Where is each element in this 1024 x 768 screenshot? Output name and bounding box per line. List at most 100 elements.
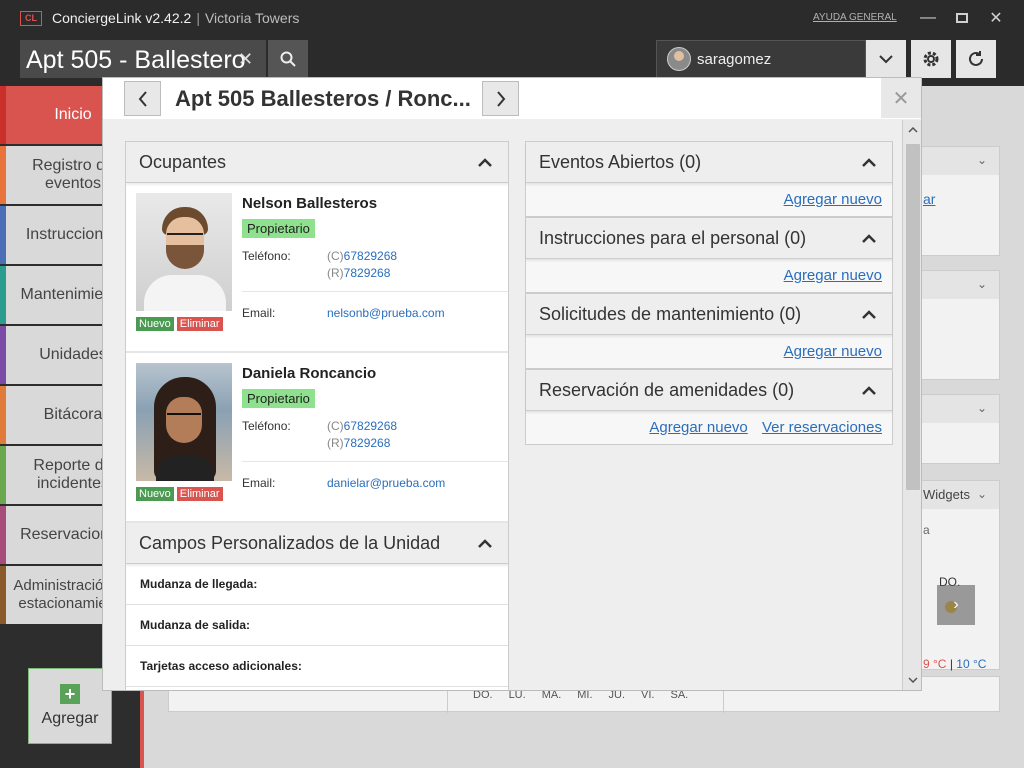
custom-field-row: Mudanza de salida: (126, 605, 508, 646)
apartment-search-field[interactable]: Apt 505 - Ballestero (20, 40, 266, 78)
temperature: 9 °C | 10 °C (923, 657, 987, 671)
new-button[interactable]: Nuevo (136, 487, 174, 501)
add-new-link[interactable]: Agregar nuevo (784, 267, 882, 284)
minimize-icon[interactable]: — (916, 6, 940, 30)
phone-home: (R)7829268 (327, 266, 391, 280)
email-label: Email: (242, 476, 276, 490)
role-badge: Propietario (242, 389, 315, 408)
username: saragomez (697, 50, 772, 68)
occupant-photo (136, 363, 232, 481)
chevron-down-icon[interactable]: ⌄ (977, 277, 987, 291)
custom-field-row: Mudanza de llegada: (126, 564, 508, 605)
modal-title: Apt 505 Ballesteros / Ronc... (175, 86, 471, 111)
scroll-up-icon[interactable] (903, 120, 921, 140)
section-title: Instrucciones para el personal (0) (539, 228, 807, 248)
title-separator: | (196, 10, 200, 26)
custom-fields-header[interactable]: Campos Personalizados de la Unidad (126, 523, 508, 564)
open-events-section: Eventos Abiertos (0) Agregar nuevo (525, 141, 893, 217)
user-menu[interactable]: saragomez (656, 40, 866, 78)
occupant-name: Nelson Ballesteros (242, 195, 378, 212)
plus-icon: + (60, 684, 80, 704)
search-icon (280, 51, 296, 67)
apartment-search-value: Apt 505 - Ballestero (26, 46, 246, 74)
chevron-down-icon[interactable]: ⌄ (977, 487, 987, 501)
sidebar: Inicio Registro de eventos Instrucciones… (0, 86, 140, 768)
add-button-label: Agregar (41, 710, 99, 727)
modal-close-button[interactable]: ✕ (881, 78, 921, 118)
add-new-link[interactable]: Agregar nuevo (649, 419, 747, 436)
building-name: Victoria Towers (204, 10, 300, 26)
refresh-button[interactable] (956, 40, 996, 78)
close-icon: ✕ (892, 87, 910, 110)
chevron-down-icon[interactable]: ⌄ (977, 153, 987, 167)
custom-field-row: Tarjetas acceso adicionales: (126, 646, 508, 687)
unit-activity-panel: Eventos Abiertos (0) Agregar nuevo Instr… (525, 141, 893, 445)
phone-cell: (C)67829268 (327, 249, 398, 263)
chevron-up-icon[interactable] (862, 294, 876, 335)
new-button[interactable]: Nuevo (136, 317, 174, 331)
phone-home-link[interactable]: 7829268 (344, 266, 391, 280)
avatar (667, 47, 691, 71)
app-logo-icon: CL (20, 10, 42, 26)
amenity-reservations-header[interactable]: Reservación de amenidades (0) (526, 370, 892, 411)
clear-search-icon[interactable]: ✕ (238, 49, 253, 70)
occupant-name: Daniela Roncancio (242, 365, 377, 382)
next-button[interactable] (482, 81, 519, 116)
title-bar: CL ConciergeLink v2.42.2 | Victoria Towe… (0, 0, 1024, 36)
phone-home: (R)7829268 (327, 436, 391, 450)
phone-label: Teléfono: (242, 249, 291, 263)
open-events-header[interactable]: Eventos Abiertos (0) (526, 142, 892, 183)
email-link[interactable]: danielar@prueba.com (327, 476, 445, 490)
delete-button[interactable]: Eliminar (176, 317, 223, 331)
maintenance-requests-header[interactable]: Solicitudes de mantenimiento (0) (526, 294, 892, 335)
email-label: Email: (242, 306, 276, 320)
email-link[interactable]: nelsonb@prueba.com (327, 306, 445, 320)
chevron-up-icon[interactable] (862, 142, 876, 183)
scroll-thumb[interactable] (906, 144, 920, 490)
role-badge: Propietario (242, 219, 315, 238)
phone-cell-link[interactable]: 67829268 (344, 249, 397, 263)
phone-home-link[interactable]: 7829268 (344, 436, 391, 450)
app-title: ConciergeLink v2.42.2 (52, 10, 192, 26)
amenity-reservations-section: Reservación de amenidades (0) Agregar nu… (525, 369, 893, 445)
window-close-icon[interactable]: ✕ (984, 6, 1008, 30)
scroll-down-icon[interactable] (903, 670, 921, 690)
section-title: Reservación de amenidades (0) (539, 380, 795, 400)
modal-header: Apt 505 Ballesteros / Ronc... ✕ (103, 78, 921, 119)
phone-cell-link[interactable]: 67829268 (344, 419, 397, 433)
chevron-down-icon[interactable]: ⌄ (977, 401, 987, 415)
modal-scrollbar[interactable] (902, 120, 921, 690)
bg-link[interactable]: ar (923, 191, 935, 207)
refresh-icon (969, 51, 983, 66)
chevron-up-icon[interactable] (478, 142, 492, 183)
staff-instructions-header[interactable]: Instrucciones para el personal (0) (526, 218, 892, 259)
help-link[interactable]: AYUDA GENERAL (813, 12, 897, 23)
add-new-link[interactable]: Agregar nuevo (784, 343, 882, 360)
add-new-link[interactable]: Agregar nuevo (784, 191, 882, 208)
occupants-title: Ocupantes (139, 152, 227, 172)
add-button[interactable]: + Agregar (28, 668, 112, 744)
view-reservations-link[interactable]: Ver reservaciones (762, 419, 882, 436)
chevron-up-icon[interactable] (862, 370, 876, 411)
phone-cell: (C)67829268 (327, 419, 398, 433)
settings-button[interactable] (911, 40, 951, 78)
gear-icon (923, 51, 939, 67)
search-button[interactable] (268, 40, 308, 78)
unit-details-modal: Apt 505 Ballesteros / Ronc... ✕ Ocupante… (102, 77, 922, 691)
chevron-up-icon[interactable] (478, 523, 492, 564)
section-title: Eventos Abiertos (0) (539, 152, 702, 172)
occupant-card: Nuevo Eliminar Daniela Roncancio Propiet… (126, 353, 508, 523)
occupant-photo (136, 193, 232, 311)
user-dropdown-button[interactable] (866, 40, 906, 78)
maximize-icon[interactable] (950, 6, 974, 30)
staff-instructions-section: Instrucciones para el personal (0) Agreg… (525, 217, 893, 293)
chevron-up-icon[interactable] (862, 218, 876, 259)
phone-label: Teléfono: (242, 419, 291, 433)
occupants-header[interactable]: Ocupantes (126, 142, 508, 183)
weather-text: a (923, 523, 930, 537)
next-arrow-icon[interactable]: › (937, 585, 975, 625)
delete-button[interactable]: Eliminar (176, 487, 223, 501)
previous-button[interactable] (124, 81, 161, 116)
maintenance-requests-section: Solicitudes de mantenimiento (0) Agregar… (525, 293, 893, 369)
occupants-panel: Ocupantes Nuevo Eliminar Nelson Balleste… (125, 141, 509, 690)
